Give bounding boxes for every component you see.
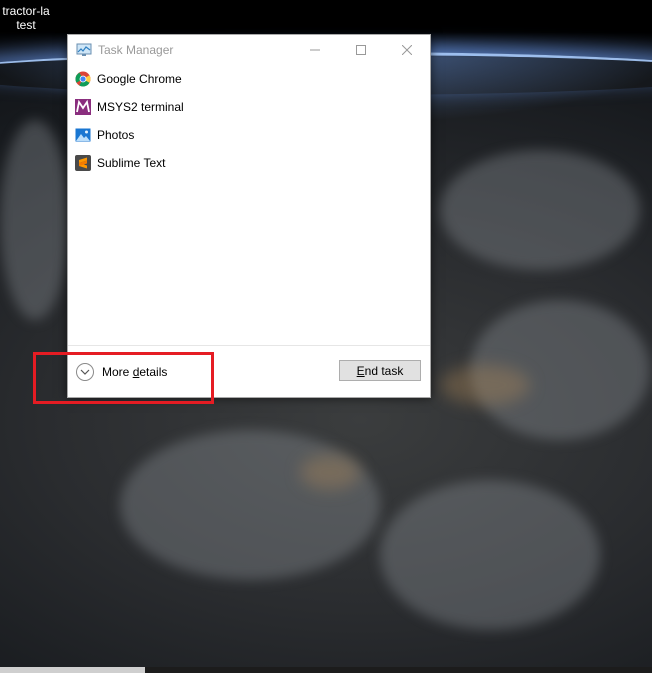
- process-item-msys2[interactable]: MSYS2 terminal: [68, 93, 430, 121]
- task-manager-window: Task Manager Google Chrome MSYS2 termina…: [67, 34, 431, 398]
- taskbar-segment: [0, 667, 145, 673]
- process-item-chrome[interactable]: Google Chrome: [68, 65, 430, 93]
- photos-icon: [75, 128, 91, 142]
- title-bar[interactable]: Task Manager: [68, 35, 430, 65]
- chevron-down-icon: [76, 362, 94, 381]
- process-name: Photos: [97, 128, 135, 142]
- terrain-highlight: [300, 455, 360, 490]
- cloud-formation: [120, 430, 380, 580]
- process-item-sublime[interactable]: Sublime Text: [68, 149, 430, 177]
- window-title: Task Manager: [98, 43, 174, 57]
- cloud-formation: [0, 120, 70, 320]
- msys2-icon: [75, 99, 91, 115]
- more-details-toggle[interactable]: More details: [76, 362, 168, 381]
- cloud-formation: [380, 480, 600, 630]
- terrain-highlight: [440, 365, 530, 405]
- task-manager-icon: [76, 42, 92, 58]
- desktop-icon-label-line1: tractor-la: [2, 4, 50, 18]
- end-task-button[interactable]: End task: [339, 360, 421, 381]
- process-list: Google Chrome MSYS2 terminal Photos Subl…: [68, 65, 430, 177]
- maximize-icon: [356, 45, 366, 55]
- cloud-formation: [440, 150, 640, 270]
- minimize-icon: [310, 49, 320, 51]
- process-item-photos[interactable]: Photos: [68, 121, 430, 149]
- process-name: Sublime Text: [97, 156, 166, 170]
- process-name: MSYS2 terminal: [97, 100, 184, 114]
- desktop-icon-label-line2: test: [16, 18, 36, 32]
- sublime-text-icon: [75, 155, 91, 171]
- taskbar-edge: [0, 667, 652, 673]
- process-name: Google Chrome: [97, 72, 182, 86]
- close-icon: [402, 45, 412, 55]
- chrome-icon: [75, 71, 91, 87]
- footer-bar: More details End task: [68, 345, 430, 397]
- maximize-button[interactable]: [338, 35, 384, 65]
- desktop-icon[interactable]: tractor-la test: [0, 4, 52, 32]
- more-details-label: More details: [102, 364, 168, 379]
- minimize-button[interactable]: [292, 35, 338, 65]
- close-button[interactable]: [384, 35, 430, 65]
